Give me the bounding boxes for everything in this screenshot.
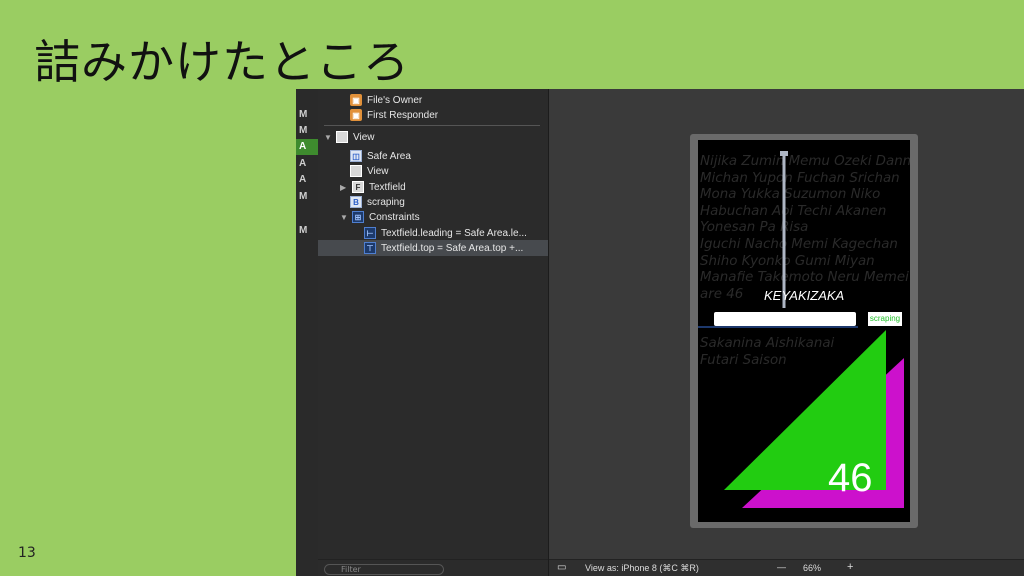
zoom-out-button[interactable]: —: [777, 562, 786, 572]
outline-item-label: View: [353, 131, 375, 143]
disclosure-open-icon[interactable]: ▼: [340, 213, 350, 222]
outline-filter-bar: Filter: [318, 559, 548, 576]
outline-item-label: Textfield.leading = Safe Area.le...: [381, 227, 527, 239]
outline-item-scraping[interactable]: B scraping: [350, 194, 405, 210]
outline-item-first-responder[interactable]: ▣ First Responder: [350, 107, 438, 123]
outline-item-label: Safe Area: [367, 150, 411, 162]
outline-item-view-root[interactable]: ▼ View: [324, 129, 375, 145]
constraint-icon: ⊤: [364, 242, 376, 254]
view-icon: [336, 131, 348, 143]
outline-item-label: Constraints: [369, 211, 420, 223]
disclosure-open-icon[interactable]: ▼: [324, 133, 334, 142]
outline-item-label: scraping: [367, 196, 405, 208]
canvas-bottom-bar: ▭ View as: iPhone 8 (⌘C ⌘R) — 66% +: [549, 559, 1024, 576]
gutter-badge: A: [299, 158, 307, 169]
outline-item-view[interactable]: View: [350, 163, 389, 179]
divider: [324, 125, 540, 126]
keyakizaka-banner: KEYAKIZAKA: [764, 288, 845, 303]
button-icon: B: [350, 196, 362, 208]
gutter-badge: M: [299, 225, 308, 236]
zoom-level: 66%: [803, 563, 822, 573]
slide-title: 詰みかけたところ: [34, 35, 410, 89]
view-icon: [350, 165, 362, 177]
filter-input[interactable]: Filter: [324, 564, 444, 575]
big-number: 46: [828, 456, 873, 500]
xcode-screenshot: M M A A A M M ▣ File's Owner ▣ First Res…: [296, 89, 1024, 576]
cube-icon: ▣: [350, 94, 362, 106]
device-screen: Nijika Zumin Memu Ozeki Danni Michan Yup…: [698, 140, 910, 522]
outline-item-label: Textfield.top = Safe Area.top +...: [381, 242, 524, 254]
safe-area-icon: ◫: [350, 150, 362, 162]
textfield-icon: F: [352, 181, 364, 193]
outline-item-label: View: [367, 165, 389, 177]
outline-item-constraint-top[interactable]: ⊤ Textfield.top = Safe Area.top +...: [318, 240, 548, 256]
disclosure-closed-icon[interactable]: ▶: [340, 183, 350, 192]
gutter-badge: A: [296, 139, 318, 155]
document-outline: ▣ File's Owner ▣ First Responder ▼ View …: [318, 89, 549, 576]
constraints-icon: ⊞: [352, 211, 364, 223]
device-icon[interactable]: ▭: [557, 562, 566, 573]
scraping-button[interactable]: scraping: [868, 312, 902, 326]
view-as-label[interactable]: View as: iPhone 8 (⌘C ⌘R): [585, 563, 699, 574]
gutter-badge: M: [299, 125, 308, 136]
text-field[interactable]: [714, 312, 856, 326]
cube-icon: ▣: [350, 109, 362, 121]
gutter-badge: M: [299, 109, 308, 120]
zoom-in-button[interactable]: +: [847, 561, 853, 573]
constraint-handle: [780, 151, 788, 156]
outline-item-label: Textfield: [369, 181, 406, 193]
device-frame[interactable]: Nijika Zumin Memu Ozeki Danni Michan Yup…: [690, 134, 918, 528]
outline-item-label: File's Owner: [367, 94, 423, 106]
outline-item-safe-area[interactable]: ◫ Safe Area: [350, 148, 411, 164]
gutter-badge: M: [299, 191, 308, 202]
slide-page-number: 13: [18, 545, 36, 561]
outline-item-files-owner[interactable]: ▣ File's Owner: [350, 92, 422, 108]
status-gutter: M M A A A M M: [296, 89, 318, 576]
outline-item-label: First Responder: [367, 109, 439, 121]
outline-item-constraints[interactable]: ▼ ⊞ Constraints: [340, 209, 420, 225]
constraint-icon: ⊢: [364, 227, 376, 239]
outline-item-constraint-leading[interactable]: ⊢ Textfield.leading = Safe Area.le...: [364, 225, 527, 241]
outline-item-textfield[interactable]: ▶ F Textfield: [340, 179, 406, 195]
triangle-graphic: [698, 151, 904, 508]
gutter-badge: A: [299, 174, 307, 185]
